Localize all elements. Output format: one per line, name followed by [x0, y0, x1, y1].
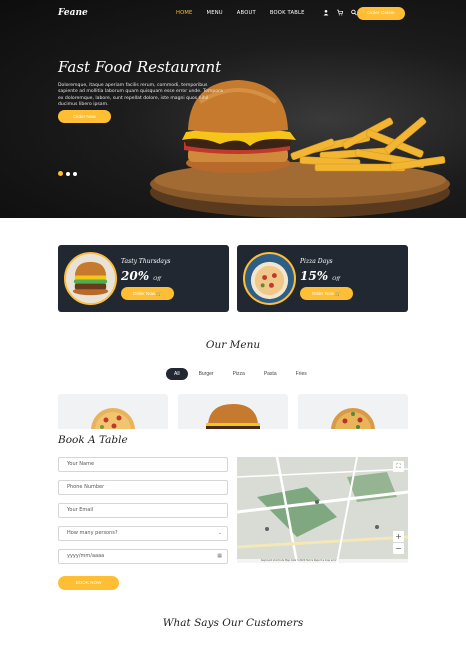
slide-dot-3[interactable] [73, 171, 77, 176]
offer-discount: 15% Off [300, 269, 340, 283]
nav-link-about[interactable]: ABOUT [237, 10, 256, 16]
map-attribution: Keyboard shortcuts Map data ©2024 Terms … [237, 559, 408, 563]
email-field[interactable]: Your Email [58, 503, 228, 518]
filter-pasta[interactable]: Pasta [256, 368, 285, 380]
menu-section-title: Our Menu [205, 339, 261, 351]
menu-burger-image [206, 404, 260, 429]
hero-description: Doloremque, itaque aperiam facilis rerum… [58, 83, 223, 108]
nav-link-menu[interactable]: MENU [207, 10, 223, 16]
phone-field[interactable]: Phone Number [58, 480, 228, 495]
calendar-icon[interactable]: ▦ [217, 550, 222, 563]
name-field[interactable]: Your Name [58, 457, 228, 472]
menu-item-card[interactable] [298, 394, 408, 429]
offer-name: Pizza Days [300, 258, 333, 265]
zoom-in-button[interactable]: + [393, 531, 404, 542]
user-icon[interactable] [323, 9, 329, 16]
menu-pizza-image [91, 408, 135, 429]
zoom-out-button[interactable]: − [393, 543, 404, 554]
hero-order-now-button[interactable]: Order Now [58, 110, 111, 123]
slide-dot-2[interactable] [66, 171, 70, 176]
order-online-button[interactable]: Order Online [357, 7, 405, 20]
menu-item-card[interactable] [58, 394, 168, 429]
nav-icons [323, 9, 357, 16]
filter-burger[interactable]: Burger [191, 368, 222, 380]
customers-section-title: What Says Our Customers [162, 617, 304, 629]
chevron-down-icon: ⌄ [217, 530, 222, 536]
hero-title: Fast Food Restaurant [58, 58, 222, 76]
filter-all[interactable]: All [166, 368, 188, 380]
nav-link-book-table[interactable]: BOOK TABLE [270, 10, 305, 16]
offer-order-now-button[interactable]: Order Now 🛒 [300, 287, 353, 300]
fullscreen-icon[interactable]: ⛶ [393, 461, 404, 472]
slider-indicators [58, 171, 77, 176]
persons-select[interactable]: How many persons? ⌄ [58, 526, 228, 541]
menu-pizza-image [331, 408, 375, 429]
nav-link-home[interactable]: HOME [176, 10, 193, 16]
filter-pizza[interactable]: Pizza [225, 368, 253, 380]
hero-section: Feane HOME MENU ABOUT BOOK TABLE Order O… [0, 0, 466, 218]
offer-discount: 20% Off [121, 269, 161, 283]
book-now-button[interactable]: BOOK NOW [58, 576, 119, 590]
offer-name: Tasty Thursdays [121, 258, 171, 265]
menu-filters: All Burger Pizza Pasta Fries [166, 368, 315, 380]
book-section-title: Book A Table [58, 434, 128, 446]
offer-card-pizza-days: Pizza Days 15% Off Order Now 🛒 [237, 245, 408, 312]
nav-links: HOME MENU ABOUT BOOK TABLE [176, 10, 305, 16]
slide-dot-1[interactable] [58, 171, 63, 176]
map-tiles[interactable] [237, 457, 408, 563]
offer-pizza-image [243, 252, 296, 305]
brand-logo[interactable]: Feane [58, 8, 88, 18]
offer-burger-image [64, 252, 117, 305]
menu-item-card[interactable] [178, 394, 288, 429]
location-map[interactable]: ⛶ + − Keyboard shortcuts Map data ©2024 … [237, 457, 408, 563]
offer-order-now-button[interactable]: Order Now 🛒 [121, 287, 174, 300]
navbar: Feane HOME MENU ABOUT BOOK TABLE Order O… [0, 0, 466, 28]
filter-fries[interactable]: Fries [288, 368, 315, 380]
offer-card-tasty-thursdays: Tasty Thursdays 20% Off Order Now 🛒 [58, 245, 229, 312]
cart-icon[interactable] [337, 9, 343, 16]
date-field[interactable]: yyyy/mm/aaaa ▦ [58, 549, 228, 564]
